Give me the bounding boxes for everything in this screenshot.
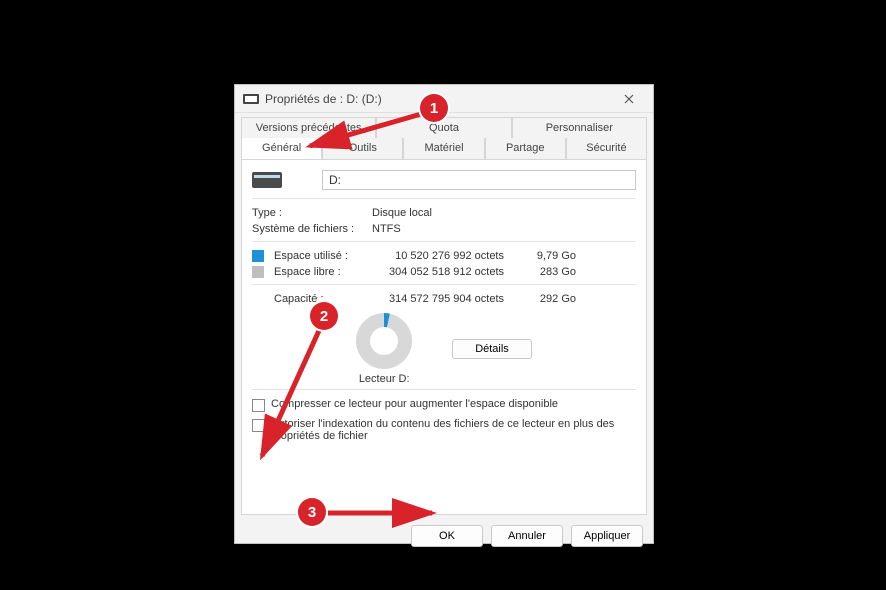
cancel-button[interactable]: Annuler <box>491 525 563 547</box>
tab-tools[interactable]: Outils <box>322 138 403 159</box>
used-label: Espace utilisé : <box>274 250 374 262</box>
separator <box>252 198 636 199</box>
compress-label: Compresser ce lecteur pour augmenter l'e… <box>271 398 558 410</box>
callout-1: 1 <box>420 94 448 122</box>
free-label: Espace libre : <box>274 266 374 278</box>
fs-value: NTFS <box>372 223 636 235</box>
close-icon <box>624 94 634 104</box>
index-checkbox[interactable] <box>252 419 265 432</box>
separator <box>252 284 636 285</box>
tab-hardware[interactable]: Matériel <box>403 138 484 159</box>
general-panel: Type : Disque local Système de fichiers … <box>241 159 647 515</box>
tab-customize[interactable]: Personnaliser <box>512 117 647 138</box>
chart-drive-label: Lecteur D: <box>359 373 410 385</box>
drive-name-input[interactable] <box>322 170 636 190</box>
usage-pie-chart <box>356 313 412 369</box>
fs-label: Système de fichiers : <box>252 223 372 235</box>
tab-strip: Versions précédentes Quota Personnaliser… <box>235 113 653 159</box>
used-bytes: 10 520 276 992 octets <box>380 250 510 262</box>
drive-large-icon <box>252 172 282 188</box>
tab-sharing[interactable]: Partage <box>485 138 566 159</box>
tab-versions[interactable]: Versions précédentes <box>241 117 376 138</box>
capacity-gb: 292 Go <box>516 293 576 305</box>
callout-2: 2 <box>310 302 338 330</box>
close-button[interactable] <box>613 89 645 109</box>
tab-general[interactable]: Général <box>241 138 322 159</box>
callout-3: 3 <box>298 498 326 526</box>
properties-dialog: Propriétés de : D: (D:) Versions précéde… <box>234 84 654 544</box>
used-color-swatch <box>252 250 264 262</box>
ok-button[interactable]: OK <box>411 525 483 547</box>
type-value: Disque local <box>372 207 636 219</box>
free-gb: 283 Go <box>516 266 576 278</box>
free-color-swatch <box>252 266 264 278</box>
tab-security[interactable]: Sécurité <box>566 138 647 159</box>
compress-checkbox[interactable] <box>252 399 265 412</box>
free-bytes: 304 052 518 912 octets <box>380 266 510 278</box>
separator <box>252 241 636 242</box>
capacity-bytes: 314 572 795 904 octets <box>380 293 510 305</box>
apply-button[interactable]: Appliquer <box>571 525 643 547</box>
separator <box>252 389 636 390</box>
dialog-button-row: OK Annuler Appliquer <box>235 515 653 547</box>
tab-quota[interactable]: Quota <box>376 117 511 138</box>
used-gb: 9,79 Go <box>516 250 576 262</box>
type-label: Type : <box>252 207 372 219</box>
index-label: Autoriser l'indexation du contenu des fi… <box>271 418 636 442</box>
details-button[interactable]: Détails <box>452 339 532 359</box>
drive-icon <box>243 94 259 104</box>
